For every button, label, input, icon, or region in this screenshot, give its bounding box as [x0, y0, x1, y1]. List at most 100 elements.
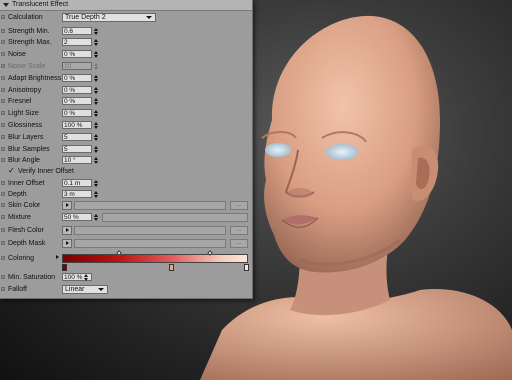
noise-scale-label: Noise Scale — [8, 63, 46, 70]
depth-mask-expand-button[interactable] — [62, 239, 72, 248]
blur-layers-spinner-icon[interactable] — [94, 134, 99, 141]
coloring-row: Coloring — [0, 250, 252, 271]
calculation-label: Calculation — [8, 14, 43, 21]
anisotropy-label: Anisotropy — [8, 87, 42, 94]
calculation-dropdown[interactable]: True Depth 2 — [62, 13, 156, 22]
fresnel-input[interactable]: 0 % — [62, 97, 92, 105]
animate-dot-icon[interactable] — [1, 192, 5, 196]
blur-angle-spinner-icon[interactable] — [94, 157, 99, 164]
depth-mask-row: Depth Mask ... — [0, 239, 252, 248]
depth-spinner-icon[interactable] — [94, 191, 99, 198]
flesh-color-browse-button[interactable]: ... — [230, 226, 248, 235]
flesh-color-expand-button[interactable] — [62, 226, 72, 235]
animate-dot-icon[interactable] — [1, 99, 5, 103]
mixture-input[interactable]: 50 % — [62, 213, 92, 221]
fresnel-row: Fresnel 0 % — [0, 97, 252, 106]
animate-dot-icon[interactable] — [1, 29, 5, 33]
inner-offset-input[interactable]: 0.1 m — [62, 179, 92, 187]
animate-dot-icon[interactable] — [1, 135, 5, 139]
animate-dot-icon[interactable] — [1, 228, 5, 232]
verify-inner-offset-label: Verify Inner Offset — [18, 168, 74, 175]
gradient-knot[interactable] — [244, 264, 249, 271]
depth-mask-browse-button[interactable]: ... — [230, 239, 248, 248]
animate-dot-icon[interactable] — [1, 40, 5, 44]
animate-dot-icon[interactable] — [1, 256, 5, 260]
skin-color-browse-button[interactable]: ... — [230, 201, 248, 210]
animate-dot-icon[interactable] — [1, 15, 5, 19]
verify-inner-offset-row: ✓ Verify Inner Offset — [0, 167, 252, 176]
skin-color-texture-field[interactable] — [74, 201, 226, 210]
animate-dot-icon[interactable] — [1, 203, 5, 207]
blur-samples-input[interactable]: 5 — [62, 145, 92, 153]
glossiness-spinner-icon[interactable] — [94, 122, 99, 129]
mixture-slider[interactable] — [102, 213, 248, 222]
animate-dot-icon[interactable] — [1, 88, 5, 92]
noise-scale-row: Noise Scale 10 — [0, 62, 252, 71]
panel-header[interactable]: Translucent Effect — [0, 0, 252, 11]
falloff-label: Falloff — [8, 286, 27, 293]
gradient-knot[interactable] — [169, 264, 174, 271]
blur-layers-label: Blur Layers — [8, 134, 44, 141]
strength-min-row: Strength Min. 0.6 — [0, 27, 252, 36]
noise-row: Noise 0 % — [0, 50, 252, 59]
depth-mask-texture-field[interactable] — [74, 239, 226, 248]
skin-color-expand-button[interactable] — [62, 201, 72, 210]
coloring-expand-icon[interactable] — [56, 255, 59, 259]
strength-max-row: Strength Max. 2 — [0, 38, 252, 47]
min-saturation-label: Min. Saturation — [8, 274, 56, 281]
min-saturation-spinner-icon[interactable] — [84, 274, 89, 281]
skin-color-label: Skin Color — [8, 202, 41, 209]
inner-offset-spinner-icon[interactable] — [94, 180, 99, 187]
falloff-dropdown[interactable]: Linear — [62, 285, 108, 294]
animate-dot-icon[interactable] — [1, 275, 5, 279]
calculation-row: Calculation True Depth 2 — [0, 13, 252, 22]
blur-samples-spinner-icon[interactable] — [94, 146, 99, 153]
strength-max-spinner-icon[interactable] — [94, 39, 99, 46]
animate-dot-icon[interactable] — [1, 111, 5, 115]
blur-angle-label: Blur Angle — [8, 157, 40, 164]
flesh-color-row: Flesh Color ... — [0, 226, 252, 235]
collapse-triangle-icon[interactable] — [3, 3, 9, 7]
animate-dot-icon[interactable] — [1, 52, 5, 56]
blur-angle-input[interactable]: 10 ° — [62, 156, 92, 164]
light-size-input[interactable]: 0 % — [62, 109, 92, 117]
strength-min-spinner-icon[interactable] — [94, 28, 99, 35]
animate-dot-icon[interactable] — [1, 158, 5, 162]
noise-scale-input: 10 — [62, 62, 92, 70]
animate-dot-icon[interactable] — [1, 76, 5, 80]
strength-min-input[interactable]: 0.6 — [62, 27, 92, 35]
flesh-color-texture-field[interactable] — [74, 226, 226, 235]
adapt-brightness-input[interactable]: 0 % — [62, 74, 92, 82]
fresnel-spinner-icon[interactable] — [94, 98, 99, 105]
animate-dot-icon[interactable] — [1, 215, 5, 219]
animate-dot-icon[interactable] — [1, 181, 5, 185]
light-size-spinner-icon[interactable] — [94, 110, 99, 117]
blur-layers-input[interactable]: 5 — [62, 133, 92, 141]
strength-min-label: Strength Min. — [8, 28, 50, 35]
strength-max-input[interactable]: 2 — [62, 38, 92, 46]
noise-label: Noise — [8, 51, 26, 58]
glossiness-input[interactable]: 100 % — [62, 121, 92, 129]
mixture-spinner-icon[interactable] — [94, 214, 99, 221]
verify-inner-offset-checkbox[interactable]: ✓ — [8, 167, 15, 175]
anisotropy-input[interactable]: 0 % — [62, 86, 92, 94]
mixture-label: Mixture — [8, 214, 31, 221]
animate-dot-icon[interactable] — [1, 241, 5, 245]
min-saturation-row: Min. Saturation 100 % — [0, 273, 252, 282]
animate-dot-icon[interactable] — [1, 287, 5, 291]
coloring-label: Coloring — [8, 255, 35, 262]
coloring-gradient-bar[interactable] — [62, 254, 248, 263]
adapt-brightness-row: Adapt Brightness 0 % — [0, 74, 252, 83]
depth-input[interactable]: 3 m — [62, 190, 92, 198]
skin-color-row: Skin Color ... — [0, 201, 252, 210]
gradient-knot[interactable] — [62, 264, 67, 271]
noise-input[interactable]: 0 % — [62, 50, 92, 58]
animate-dot-icon[interactable] — [1, 123, 5, 127]
animate-dot-icon[interactable] — [1, 147, 5, 151]
mixture-row: Mixture 50 % — [0, 213, 252, 222]
panel-title: Translucent Effect — [12, 1, 69, 8]
anisotropy-spinner-icon[interactable] — [94, 87, 99, 94]
dropdown-arrow-icon — [146, 16, 152, 19]
adapt-brightness-spinner-icon[interactable] — [94, 75, 99, 82]
noise-spinner-icon[interactable] — [94, 51, 99, 58]
